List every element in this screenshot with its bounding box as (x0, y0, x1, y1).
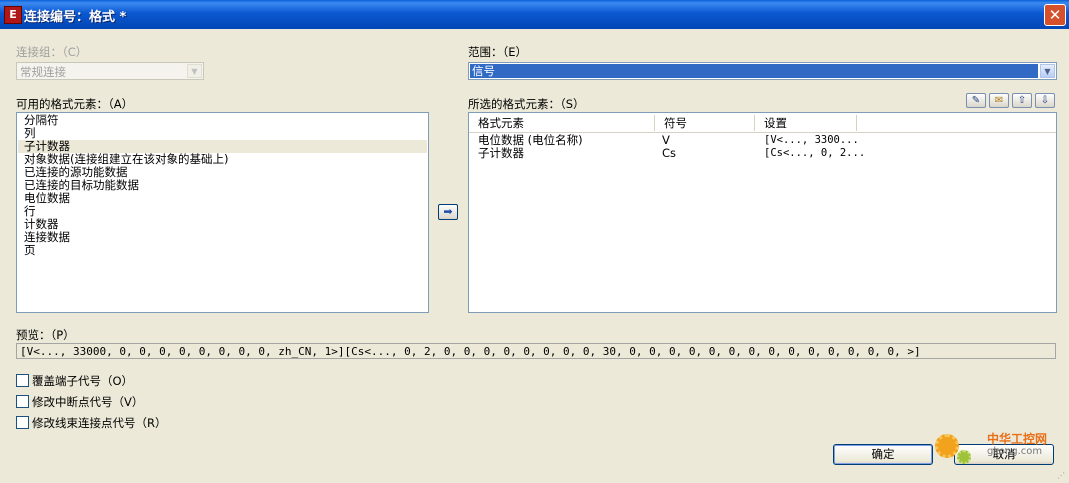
chevron-down-icon: ▼ (187, 64, 202, 78)
ok-button[interactable]: 确定 (833, 444, 933, 465)
table-cell: [Cs<..., 0, 2... (764, 147, 866, 159)
connection-group-select[interactable]: 常规连接 ▼ (16, 62, 204, 80)
watermark-logo: 中华工控网 gkong.com (935, 430, 1065, 470)
close-icon: ✕ (1048, 6, 1062, 24)
table-cell: [V<..., 3300... (764, 134, 859, 146)
chevron-down-icon: ▼ (1040, 64, 1055, 78)
edit-button[interactable]: ✎ (966, 93, 986, 108)
available-elements-list[interactable]: 分隔符 列 子计数器 对象数据(连接组建立在该对象的基础上) 已连接的源功能数据… (16, 112, 429, 313)
column-header-symbol[interactable]: 符号 (655, 115, 755, 131)
watermark-text: 中华工控网 (987, 432, 1048, 446)
dialog-window: E 连接编号：格式 * ✕ 连接组：（C） 常规连接 ▼ 范围：（E） 信号 ▼… (0, 0, 1069, 483)
window-title: 连接编号：格式 * (24, 10, 127, 25)
move-down-icon: ⇩ (1040, 95, 1050, 106)
selected-elements-table[interactable]: 格式元素 符号 设置 电位数据 (电位名称) V [V<..., 3300...… (468, 112, 1057, 313)
scope-label: 范围：（E） (468, 45, 528, 59)
add-element-button[interactable]: ➡ (438, 204, 458, 220)
move-up-icon: ⇧ (1017, 95, 1027, 106)
delete-button[interactable]: ✉ (989, 93, 1009, 108)
connection-group-label: 连接组：（C） (16, 45, 88, 59)
gear-icon (957, 450, 971, 464)
scope-select[interactable]: 信号 ▼ (468, 62, 1057, 80)
connection-group-value: 常规连接 (20, 65, 66, 79)
modify-interruption-label[interactable]: 修改中断点代号（V） (32, 394, 143, 410)
overwrite-terminal-label[interactable]: 覆盖端子代号（O） (32, 373, 133, 389)
table-cell: 子计数器 (478, 146, 524, 160)
resize-grip-icon[interactable]: ⋰ (1057, 471, 1067, 481)
edit-icon: ✎ (971, 95, 981, 106)
move-up-button[interactable]: ⇧ (1012, 93, 1032, 108)
table-cell: Cs (662, 146, 677, 160)
modify-interruption-checkbox[interactable] (16, 395, 29, 408)
preview-field: [V<..., 33000, 0, 0, 0, 0, 0, 0, 0, 0, z… (16, 343, 1056, 359)
column-header-settings[interactable]: 设置 (755, 115, 857, 131)
preview-value: [V<..., 33000, 0, 0, 0, 0, 0, 0, 0, 0, z… (20, 345, 921, 358)
overwrite-terminal-checkbox[interactable] (16, 374, 29, 387)
preview-label: 预览：（P） (16, 328, 75, 342)
list-item[interactable]: 页 (24, 244, 36, 257)
close-button[interactable]: ✕ (1044, 4, 1066, 26)
column-header-element[interactable]: 格式元素 (469, 115, 655, 131)
title-bar[interactable]: E 连接编号：格式 * ✕ (0, 0, 1069, 29)
modify-harness-label[interactable]: 修改线束连接点代号（R） (32, 415, 167, 431)
move-down-button[interactable]: ⇩ (1035, 93, 1055, 108)
arrow-right-icon: ➡ (443, 205, 453, 218)
gear-icon (935, 434, 959, 458)
app-icon[interactable]: E (4, 6, 22, 24)
selected-elements-label: 所选的格式元素：（S） (468, 97, 585, 111)
scope-value: 信号 (470, 64, 1038, 78)
available-elements-label: 可用的格式元素：（A） (16, 97, 134, 111)
watermark-url: gkong.com (987, 446, 1043, 457)
modify-harness-checkbox[interactable] (16, 416, 29, 429)
delete-icon: ✉ (994, 95, 1004, 106)
